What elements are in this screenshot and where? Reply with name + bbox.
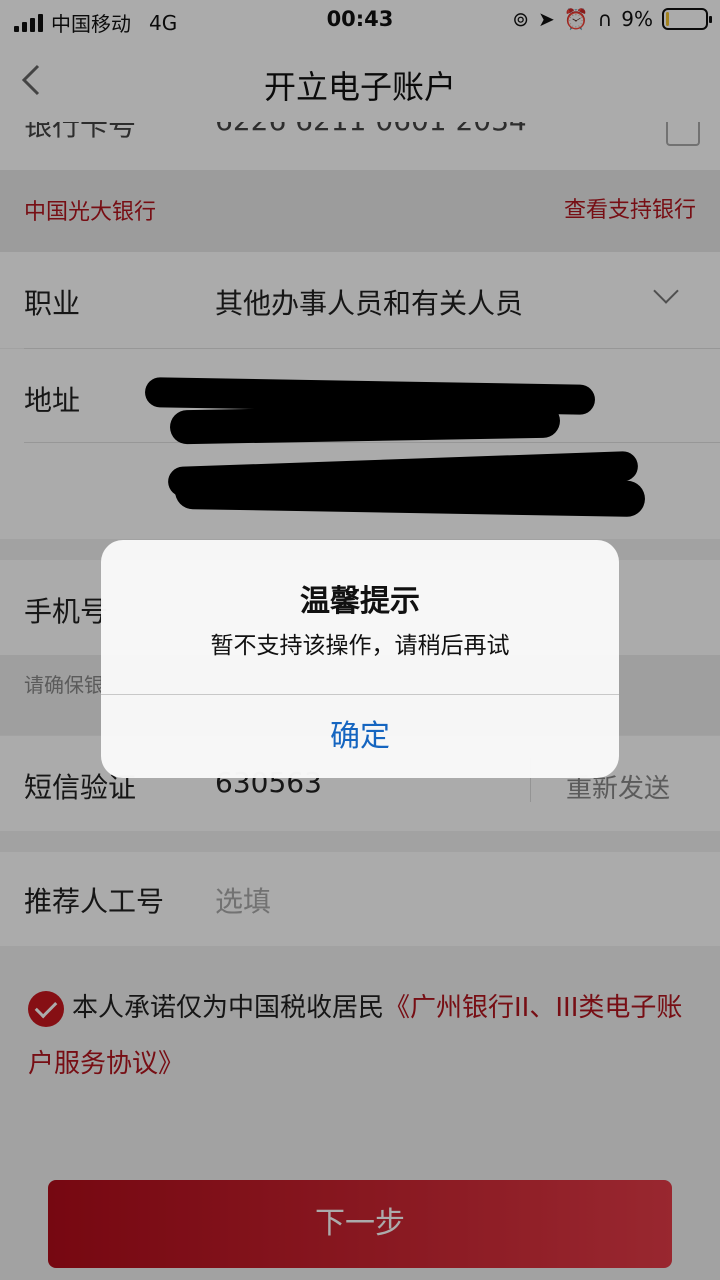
alert-message: 暂不支持该操作，请稍后再试 xyxy=(210,633,510,659)
alert-title: 温馨提示 xyxy=(300,584,420,619)
screen: 中国移动 4G 00:43 ⊚ ➤ ⏰ ∩ 9% 开立电子账户 银行卡号 622… xyxy=(0,0,720,1280)
confirm-button[interactable]: 确定 xyxy=(101,695,619,778)
alert-dialog: 温馨提示 暂不支持该操作，请稍后再试 确定 xyxy=(101,540,619,778)
